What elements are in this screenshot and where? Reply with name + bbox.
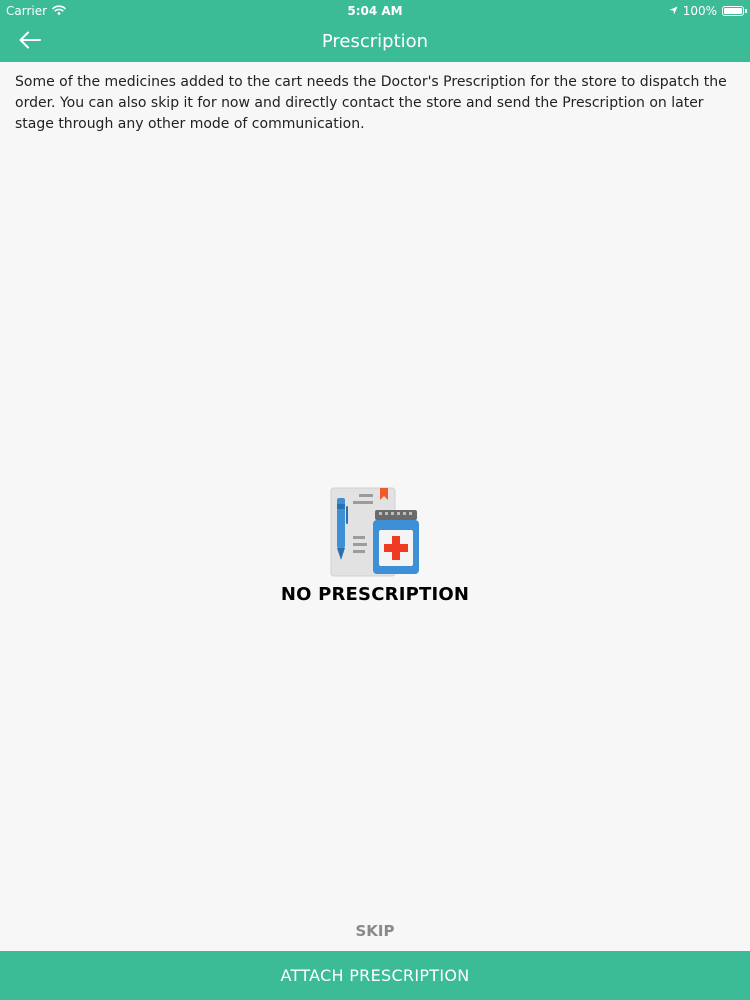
battery-tip <box>745 9 747 13</box>
page-title: Prescription <box>321 31 429 52</box>
prescription-info-text: Some of the medicines added to the cart … <box>15 74 727 132</box>
carrier-label: Carrier <box>6 4 48 18</box>
back-arrow-icon <box>19 31 41 53</box>
prescription-bottle-icon <box>327 484 423 580</box>
status-right-group: 100% <box>669 4 747 18</box>
attach-prescription-button[interactable]: ATTACH PRESCRIPTION <box>0 951 750 1000</box>
navigation-bar: Prescription <box>0 22 750 62</box>
status-carrier-group: Carrier <box>6 4 66 18</box>
location-arrow-icon <box>669 4 678 18</box>
empty-state-title: NO PRESCRIPTION <box>280 584 470 605</box>
wifi-icon <box>52 4 66 18</box>
prescription-screen: Carrier 5:04 AM 100% Prescription Some o… <box>0 0 750 1000</box>
battery-percent: 100% <box>682 4 717 18</box>
battery-fill <box>724 8 742 14</box>
status-bar: Carrier 5:04 AM 100% <box>0 0 750 22</box>
skip-button[interactable]: SKIP <box>325 916 425 946</box>
battery-icon <box>722 6 747 16</box>
status-time: 5:04 AM <box>347 4 403 18</box>
empty-state: NO PRESCRIPTION <box>0 484 750 605</box>
back-button[interactable] <box>10 24 50 60</box>
